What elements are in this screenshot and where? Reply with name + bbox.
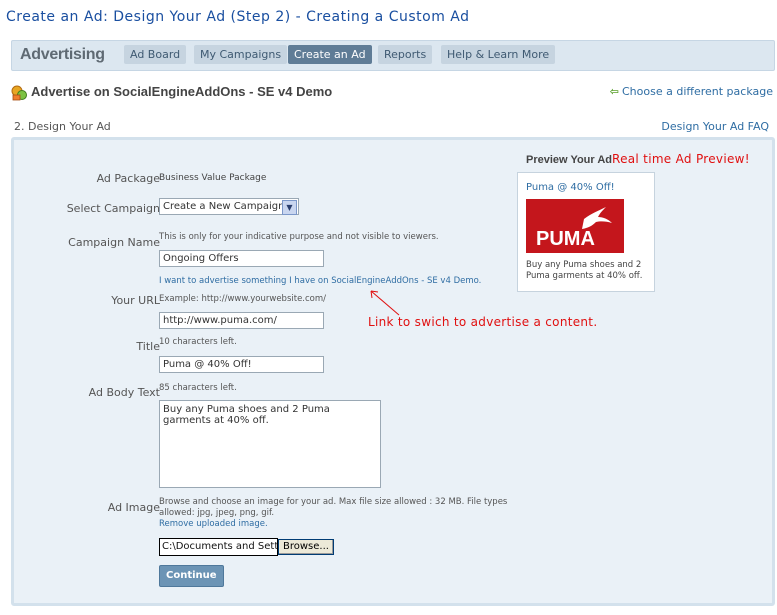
preview-annotation: Real time Ad Preview! <box>612 152 750 166</box>
continue-button[interactable]: Continue <box>159 565 224 587</box>
step-label: 2. Design Your Ad <box>14 120 111 133</box>
preview-heading: Preview Your Ad <box>526 154 612 166</box>
puma-logo-image: PUMA <box>526 199 624 253</box>
ad-package-label: Ad Package <box>96 172 160 185</box>
preview-ad-title[interactable]: Puma @ 40% Off! <box>526 182 615 193</box>
tab-ad-board[interactable]: Ad Board <box>124 45 187 64</box>
ad-body-label: Ad Body Text <box>88 386 160 399</box>
tab-reports[interactable]: Reports <box>378 45 433 64</box>
campaign-name-hint: This is only for your indicative purpose… <box>159 232 439 242</box>
choose-package-label: Choose a different package <box>622 85 773 98</box>
tab-my-campaigns[interactable]: My Campaigns <box>194 45 288 64</box>
choose-package-link[interactable]: ⇦ Choose a different package <box>610 85 773 98</box>
nav-brand: Advertising <box>20 46 105 63</box>
url-hint: Example: http://www.yourwebsite.com/ <box>159 294 327 304</box>
title-input[interactable]: Puma @ 40% Off! <box>159 356 324 373</box>
ad-body-textarea[interactable]: Buy any Puma shoes and 2 Puma garments a… <box>159 400 381 488</box>
advertise-icon <box>11 85 27 101</box>
puma-cat-icon: PUMA <box>536 207 612 250</box>
advertising-nav: Advertising Ad Board My Campaigns Create… <box>11 40 775 71</box>
campaign-name-label: Campaign Name <box>68 236 160 249</box>
browse-button[interactable]: Browse... <box>278 539 334 555</box>
ad-image-hint-2: allowed: jpg, jpeg, png, gif. <box>159 508 275 518</box>
campaign-name-input[interactable]: Ongoing Offers <box>159 250 324 267</box>
ad-body-hint: 85 characters left. <box>159 383 237 393</box>
your-url-label: Your URL <box>111 294 160 307</box>
design-ad-form: Ad Package Business Value Package Select… <box>11 137 775 606</box>
tab-create-an-ad[interactable]: Create an Ad <box>288 45 372 64</box>
ad-image-hint-1: Browse and choose an image for your ad. … <box>159 497 508 507</box>
remove-image-link[interactable]: Remove uploaded image. <box>159 519 268 529</box>
link-annotation: Link to swich to advertise a content. <box>368 315 598 329</box>
title-label: Title <box>136 340 160 353</box>
ad-image-label: Ad Image <box>107 501 160 514</box>
campaign-select-value: Create a New Campaign <box>163 201 285 212</box>
campaign-select[interactable]: Create a New Campaign ▼ <box>159 198 299 215</box>
section-header: Advertise on SocialEngineAddOns - SE v4 … <box>11 83 773 105</box>
select-campaign-label: Select Campaign <box>66 202 160 215</box>
chevron-down-icon: ▼ <box>282 200 297 215</box>
page-title: Create an Ad: Design Your Ad (Step 2) - … <box>6 9 470 25</box>
ad-preview-card: Puma @ 40% Off! PUMA Buy any Puma shoes … <box>517 172 655 292</box>
file-path-input[interactable]: C:\Documents and Setti <box>159 538 278 556</box>
design-faq-link[interactable]: Design Your Ad FAQ <box>661 120 769 133</box>
title-hint: 10 characters left. <box>159 337 237 347</box>
annotation-arrow-icon <box>370 290 400 316</box>
url-input[interactable]: http://www.puma.com/ <box>159 312 324 329</box>
tab-help-learn-more[interactable]: Help & Learn More <box>441 45 556 64</box>
ad-package-value: Business Value Package <box>159 173 267 183</box>
preview-ad-body: Buy any Puma shoes and 2 Puma garments a… <box>526 260 643 281</box>
advertise-title: Advertise on SocialEngineAddOns - SE v4 … <box>31 84 333 99</box>
puma-logo-text: PUMA <box>536 228 595 250</box>
advertise-content-link[interactable]: I want to advertise something I have on … <box>159 276 481 286</box>
back-arrow-icon: ⇦ <box>609 85 619 98</box>
